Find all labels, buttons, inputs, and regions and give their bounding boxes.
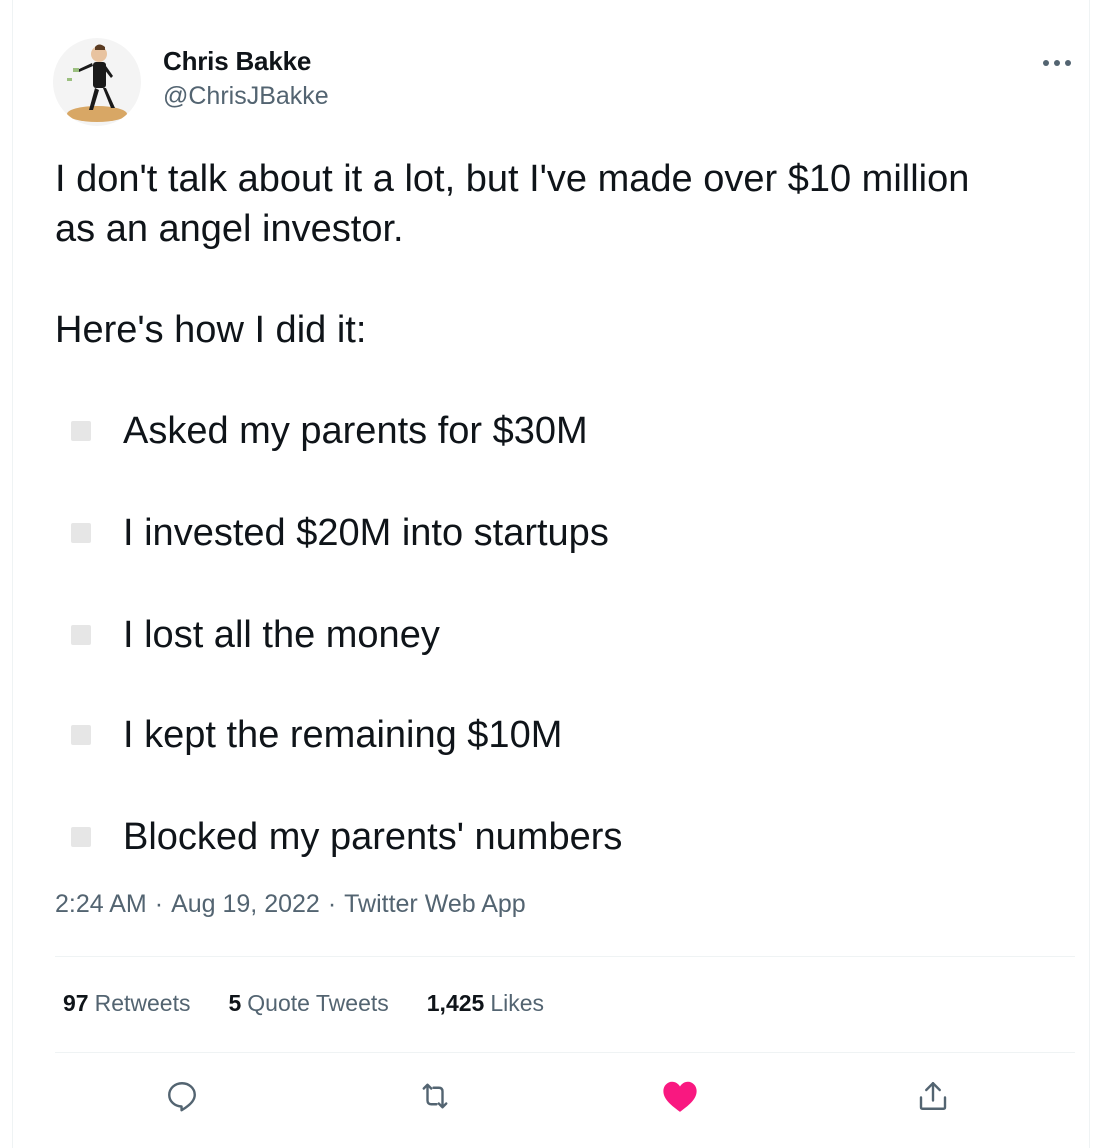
retweets-label: Retweets — [94, 990, 191, 1016]
tweet-source[interactable]: Twitter Web App — [344, 890, 526, 918]
tweet-text-line: as an angel investor. — [55, 208, 404, 250]
share-icon — [919, 1082, 947, 1110]
reply-button[interactable] — [160, 1074, 204, 1118]
reply-icon — [168, 1082, 196, 1112]
list-item: I kept the remaining $10M — [71, 710, 562, 760]
meta-separator: · — [327, 890, 337, 918]
list-item-text: I lost all the money — [123, 614, 440, 656]
likes-count: 1,425 — [426, 990, 485, 1016]
more-icon — [1043, 60, 1071, 66]
list-item-text: Asked my parents for $30M — [123, 410, 588, 452]
divider — [55, 956, 1075, 957]
tweet-time[interactable]: 2:24 AM — [55, 890, 147, 918]
tweet-stats: 97 Retweets 5 Quote Tweets 1,425 Likes — [63, 990, 582, 1017]
divider — [55, 1052, 1075, 1053]
likes-label: Likes — [490, 990, 545, 1016]
more-options-button[interactable] — [1035, 50, 1079, 76]
retweets-stat[interactable]: 97 Retweets — [63, 990, 190, 1017]
list-item: I lost all the money — [71, 610, 440, 660]
tweet-card: Chris Bakke @ChrisJBakke I don't talk ab… — [12, 0, 1090, 1148]
list-item: I invested $20M into startups — [71, 508, 609, 558]
bullet-square-icon — [71, 827, 91, 847]
share-button[interactable] — [911, 1074, 955, 1118]
display-name[interactable]: Chris Bakke — [163, 46, 311, 77]
likes-stat[interactable]: 1,425 Likes — [427, 990, 544, 1017]
list-item-text: I invested $20M into startups — [123, 512, 609, 554]
bullet-square-icon — [71, 725, 91, 745]
list-item-text: Blocked my parents' numbers — [123, 816, 623, 858]
bullet-square-icon — [71, 523, 91, 543]
quote-tweets-stat[interactable]: 5 Quote Tweets — [228, 990, 388, 1017]
quote-tweets-label: Quote Tweets — [247, 990, 389, 1016]
heart-filled-icon — [663, 1081, 697, 1112]
tweet-text-line: I don't talk about it a lot, but I've ma… — [55, 158, 970, 200]
tweet-date[interactable]: Aug 19, 2022 — [171, 890, 320, 918]
bullet-square-icon — [71, 421, 91, 441]
retweet-icon — [422, 1083, 448, 1109]
bullet-square-icon — [71, 625, 91, 645]
avatar[interactable] — [53, 38, 141, 126]
retweet-button[interactable] — [413, 1074, 457, 1118]
tweet-meta: 2:24 AM · Aug 19, 2022 · Twitter Web App — [55, 890, 526, 919]
list-item: Blocked my parents' numbers — [71, 812, 622, 862]
retweets-count: 97 — [63, 990, 89, 1016]
quote-tweets-count: 5 — [228, 990, 242, 1016]
list-item: Asked my parents for $30M — [71, 406, 588, 456]
tweet-text-line: Here's how I did it: — [55, 309, 367, 351]
meta-separator: · — [154, 890, 164, 918]
handle[interactable]: @ChrisJBakke — [163, 82, 329, 111]
list-item-text: I kept the remaining $10M — [123, 714, 563, 756]
avatar-illustration — [67, 44, 127, 122]
like-button[interactable] — [658, 1074, 702, 1118]
